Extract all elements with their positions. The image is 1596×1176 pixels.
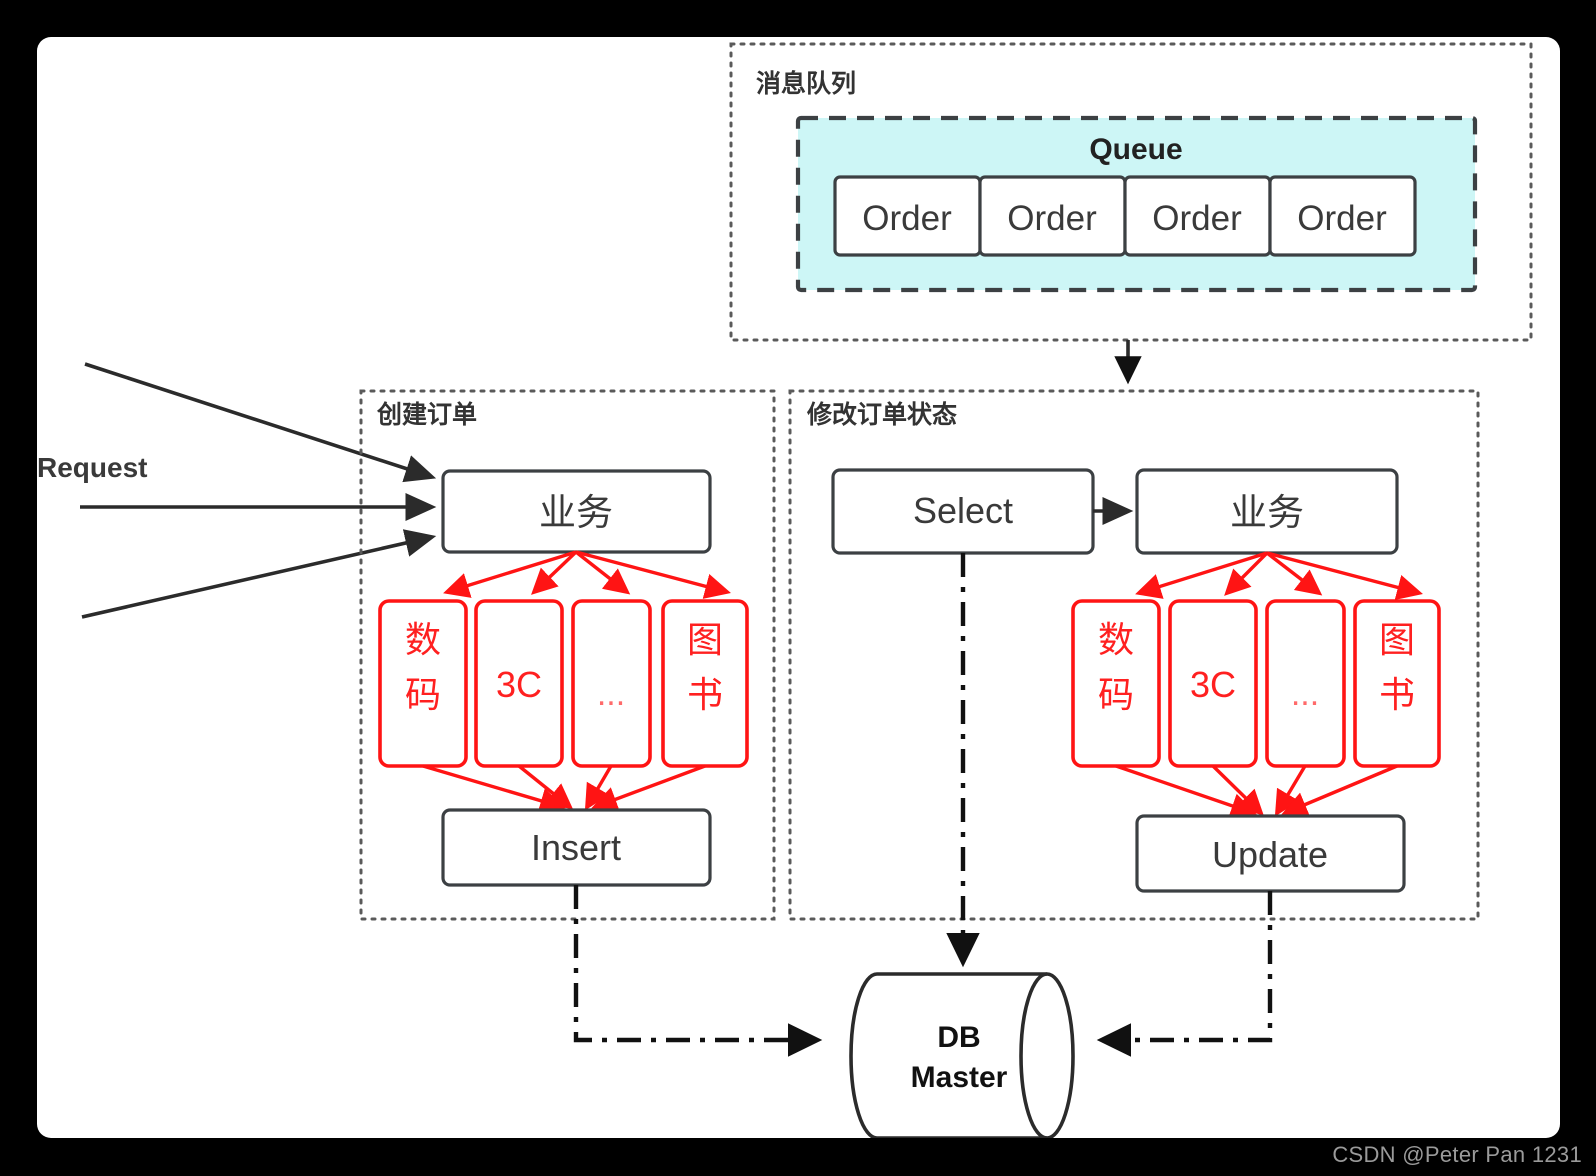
update-to-db-line <box>1096 891 1273 1057</box>
create-order-panel-title: 创建订单 <box>376 401 477 429</box>
create-order-shard-label-3: ... <box>597 675 625 713</box>
create-order-shard-label-4a: 图 <box>687 619 723 660</box>
modify-order-shard[interactable]: 数 码 <box>1071 599 1161 768</box>
modify-order-fanout-arrows <box>1135 551 1423 600</box>
db-master-cylinder-body[interactable] <box>849 972 1075 1138</box>
modify-order-fanin-arrows <box>1115 764 1398 819</box>
queue-order-item[interactable]: Order <box>1268 175 1417 257</box>
request-label: Request <box>37 452 147 483</box>
db-master-label-line1: DB <box>937 1021 980 1054</box>
order-label-3: Order <box>1152 199 1242 238</box>
create-order-shard-label-2: 3C <box>496 664 542 705</box>
create-order-shard[interactable]: 3C <box>474 599 564 768</box>
modify-order-shard[interactable]: 3C <box>1168 599 1258 768</box>
create-order-shard-label-1b: 码 <box>405 674 441 715</box>
message-queue-panel: 消息队列 Queue Order Order Order Order <box>729 42 1533 342</box>
db-master-cylinder-cap <box>1019 972 1048 1138</box>
queue-title: Queue <box>1089 133 1182 166</box>
watermark: CSDN @Peter Pan 1231 <box>1332 1142 1582 1167</box>
modify-order-shard-label-1b: 码 <box>1098 674 1134 715</box>
modify-order-panel-title: 修改订单状态 <box>806 400 957 429</box>
modify-order-shard-label-3: ... <box>1291 675 1319 713</box>
modify-order-shard-label-1a: 数 <box>1098 619 1134 660</box>
modify-order-panel: 修改订单状态 Select 业务 数 码 3C ... 图 书 Update <box>788 389 1480 921</box>
create-order-shard-label-4b: 书 <box>687 674 723 715</box>
modify-order-service-label: 业务 <box>1230 492 1304 533</box>
create-order-insert-node[interactable]: Insert <box>441 808 712 887</box>
insert-to-db-line <box>573 885 823 1057</box>
db-master-node[interactable]: DB Master <box>849 972 1075 1138</box>
modify-order-shard[interactable]: 图 书 <box>1353 599 1441 768</box>
create-order-shard[interactable]: ... <box>571 599 652 768</box>
order-label-1: Order <box>862 199 952 238</box>
modify-order-update-node[interactable]: Update <box>1135 814 1406 893</box>
modify-order-shard-label-4a: 图 <box>1379 619 1415 660</box>
create-order-panel: 创建订单 业务 数 码 3C ... 图 书 Insert <box>359 389 776 921</box>
diagram-canvas: 消息队列 Queue Order Order Order Order Reque… <box>37 37 1560 1138</box>
create-order-shard[interactable]: 图 书 <box>661 599 749 768</box>
modify-order-shard-label-4b: 书 <box>1379 674 1415 715</box>
modify-order-select-label: Select <box>913 490 1013 531</box>
queue-order-item[interactable]: Order <box>1123 175 1272 257</box>
modify-order-shard-label-2: 3C <box>1190 664 1236 705</box>
create-order-service-node[interactable]: 业务 <box>441 469 712 554</box>
create-order-shard-label-1a: 数 <box>405 619 441 660</box>
modify-order-select-node[interactable]: Select <box>831 468 1095 555</box>
message-queue-panel-title: 消息队列 <box>756 69 856 98</box>
create-order-insert-label: Insert <box>531 827 621 868</box>
modify-order-update-label: Update <box>1212 834 1328 875</box>
screenshot-root: 消息队列 Queue Order Order Order Order Reque… <box>0 0 1596 1176</box>
queue-order-item[interactable]: Order <box>978 175 1127 257</box>
db-master-label-line2: Master <box>911 1061 1008 1094</box>
queue-order-item[interactable]: Order <box>833 175 982 257</box>
create-order-shard[interactable]: 数 码 <box>378 599 468 768</box>
order-label-4: Order <box>1297 199 1387 238</box>
create-order-service-label: 业务 <box>539 492 613 533</box>
modify-order-service-node[interactable]: 业务 <box>1135 468 1399 555</box>
architecture-diagram: 消息队列 Queue Order Order Order Order Reque… <box>37 42 1533 1138</box>
create-order-fanin-arrows <box>422 764 706 814</box>
create-order-fanout-arrows <box>443 550 731 599</box>
modify-order-shard[interactable]: ... <box>1265 599 1346 768</box>
request-group: Request <box>37 362 437 619</box>
order-label-2: Order <box>1007 199 1097 238</box>
